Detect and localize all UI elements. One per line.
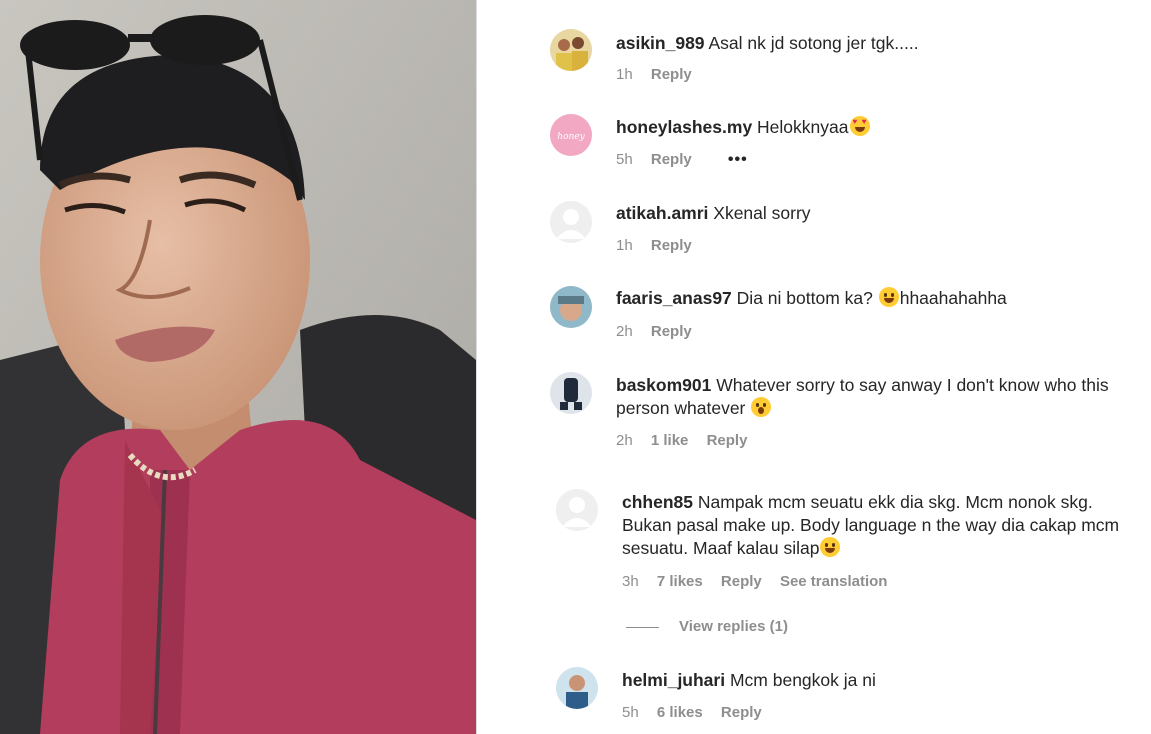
reply-button[interactable]: Reply <box>651 66 692 83</box>
default-avatar[interactable] <box>550 201 592 243</box>
comment-meta: 1h Reply <box>616 237 706 255</box>
astonished-emoji-icon <box>751 397 772 417</box>
comment-time: 2h <box>616 323 633 340</box>
comment-body: Xkenal sorry <box>713 203 811 223</box>
comment-username[interactable]: helmi_juhari <box>622 670 725 690</box>
comment-body: Mcm bengkok ja ni <box>729 670 876 690</box>
replies-divider <box>626 627 659 628</box>
reply-button[interactable]: Reply <box>651 151 692 168</box>
comment-text: helmi_juhari Mcm bengkok ja ni <box>622 669 1142 692</box>
comment-body: Dia ni bottom ka? <box>736 288 878 308</box>
comment-username[interactable]: chhen85 <box>622 492 693 512</box>
likes-count[interactable]: 6 likes <box>657 704 703 721</box>
reply-button[interactable]: Reply <box>721 704 762 721</box>
comment-time: 1h <box>616 237 633 254</box>
comment-meta: 2h 1 like Reply <box>616 432 761 450</box>
more-options-icon[interactable]: ••• <box>728 151 748 168</box>
reply-button[interactable]: Reply <box>707 432 748 449</box>
comment-body: Nampak mcm seuatu ekk dia skg. Mcm nonok… <box>622 492 1120 558</box>
reply-button[interactable]: Reply <box>651 323 692 340</box>
dark-figure-avatar[interactable] <box>550 372 592 414</box>
comment-text: chhen85 Nampak mcm seuatu ekk dia skg. M… <box>622 491 1142 560</box>
likes-count[interactable]: 1 like <box>651 432 689 449</box>
tears-of-joy-emoji-icon <box>878 287 899 307</box>
comment-username[interactable]: asikin_989 <box>616 33 705 53</box>
comment-time: 5h <box>616 151 633 168</box>
comment-username[interactable]: baskom901 <box>616 375 711 395</box>
comment-time: 3h <box>622 573 639 590</box>
see-translation-link[interactable]: See translation <box>780 573 888 590</box>
comment-body-suffix: hhaahahahha <box>899 288 1007 308</box>
comment-time: 5h <box>622 704 639 721</box>
video-frame-image <box>0 0 476 734</box>
svg-text:honey: honey <box>557 132 585 142</box>
comment-text: honeylashes.my Helokknyaa <box>616 116 1136 139</box>
default-avatar[interactable] <box>556 489 598 531</box>
group-photo-avatar[interactable] <box>550 29 592 71</box>
reply-button[interactable]: Reply <box>651 237 692 254</box>
comment-username[interactable]: atikah.amri <box>616 203 708 223</box>
tears-of-joy-emoji-icon <box>820 537 841 557</box>
likes-count[interactable]: 7 likes <box>657 573 703 590</box>
video-frame[interactable] <box>0 0 476 734</box>
reply-button[interactable]: Reply <box>721 573 762 590</box>
comment-body: Asal nk jd sotong jer tgk..... <box>708 33 919 53</box>
comment-username[interactable]: faaris_anas97 <box>616 288 732 308</box>
pink-brand-avatar[interactable]: honey <box>550 114 592 156</box>
heart-eyes-emoji-icon <box>849 116 870 136</box>
comments-list[interactable]: asikin_989 Asal nk jd sotong jer tgk....… <box>477 0 1151 734</box>
comment-time: 2h <box>616 432 633 449</box>
view-replies-button[interactable]: View replies (1) <box>679 618 788 635</box>
person-photo-avatar[interactable] <box>556 667 598 709</box>
comment-meta: 5h Reply ••• <box>616 151 762 169</box>
comment-username[interactable]: honeylashes.my <box>616 117 752 137</box>
comment-text: faaris_anas97 Dia ni bottom ka? hhaahaha… <box>616 287 1136 310</box>
comment-time: 1h <box>616 66 633 83</box>
comment-text: atikah.amri Xkenal sorry <box>616 202 1136 225</box>
comment-meta: 5h 6 likes Reply <box>622 704 776 722</box>
comment-text: baskom901 Whatever sorry to say anway I … <box>616 374 1136 420</box>
comment-body: Helokknyaa <box>757 117 849 137</box>
selfie-avatar[interactable] <box>550 286 592 328</box>
comment-meta: 1h Reply <box>616 66 706 84</box>
comment-meta: 2h Reply <box>616 323 706 341</box>
comment-text: asikin_989 Asal nk jd sotong jer tgk....… <box>616 32 1136 55</box>
comment-meta: 3h 7 likes Reply See translation <box>622 573 901 591</box>
